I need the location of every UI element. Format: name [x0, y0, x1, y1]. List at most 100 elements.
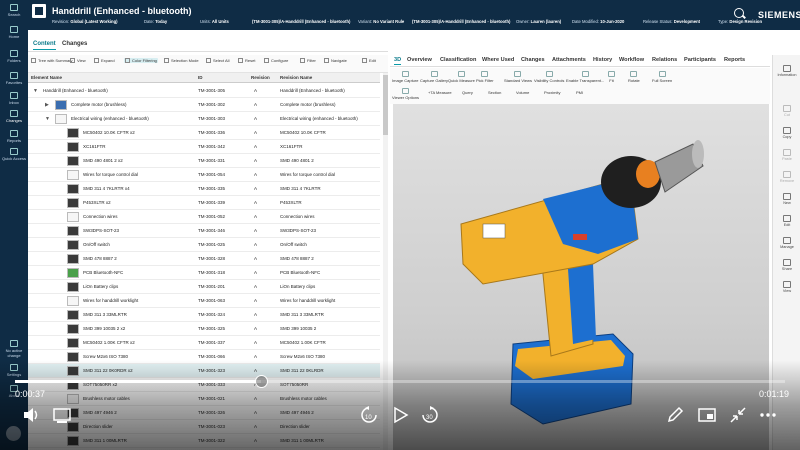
share-command[interactable]: Share: [773, 259, 800, 271]
3d-viewport[interactable]: [393, 104, 769, 450]
query-button[interactable]: Query: [462, 90, 473, 95]
collapse-toggle-icon[interactable]: ▼: [45, 116, 50, 122]
viewer-options-button[interactable]: Viewer Options: [392, 88, 419, 100]
table-row[interactable]: SMD 490 4801 2 x2 TM-3001-331 A SMD 490 480…: [28, 154, 380, 168]
tab-reports[interactable]: Reports: [724, 57, 745, 63]
more-options-icon[interactable]: [758, 405, 778, 425]
pmi-button[interactable]: PMI: [576, 90, 583, 95]
tab-attachments[interactable]: Attachments: [552, 57, 586, 63]
rotate-button[interactable]: Rotate: [628, 71, 640, 83]
table-row[interactable]: MC50402 1.00K CFTR x2 TM-3001-337 A MC50402…: [28, 336, 380, 350]
video-progress-bar[interactable]: [15, 375, 785, 388]
tab-relations[interactable]: Relations: [652, 57, 677, 63]
table-row[interactable]: MC50402 10.0K CFTR x2 TM-3001-336 A MC50402…: [28, 126, 380, 140]
volume-button[interactable]: Volume: [516, 90, 529, 95]
new-command[interactable]: New: [773, 193, 800, 205]
nav-folders[interactable]: Folders: [0, 50, 28, 63]
edit-command[interactable]: Edit: [773, 215, 800, 227]
image-capture-button[interactable]: Image Capture: [392, 71, 418, 83]
view-command[interactable]: View: [773, 281, 800, 293]
units-field[interactable]: Units: All Units: [200, 19, 229, 24]
table-row[interactable]: Direction slider TM-3001-023 A Direction sl…: [28, 420, 380, 434]
selection-mode-button[interactable]: Selection Mode: [164, 58, 199, 64]
visibility-controls-button[interactable]: Visibility Controls: [534, 71, 564, 83]
table-row[interactable]: P453XLTR x2 TM-3001-339 A P453XLTR: [28, 196, 380, 210]
table-row[interactable]: ▼ Handdrill (Enhanced - bluetooth) TM-3001…: [28, 84, 380, 98]
picture-in-picture-icon[interactable]: [697, 405, 717, 425]
col-revision-name[interactable]: Revision Name: [280, 75, 312, 80]
revision-rule[interactable]: Revision: Global (Latest Working): [52, 19, 118, 24]
information-command[interactable]: Information: [773, 65, 800, 77]
manage-command[interactable]: Manage: [773, 237, 800, 249]
configure-button[interactable]: Configure: [264, 58, 288, 64]
table-row[interactable]: Wires for torque control dial TM-3001-054…: [28, 168, 380, 182]
nav-changes[interactable]: Changes: [0, 110, 28, 123]
paste-command[interactable]: Paste: [773, 149, 800, 161]
capture-gallery-button[interactable]: Capture Gallery: [420, 71, 448, 83]
avatar[interactable]: [6, 426, 21, 441]
col-id[interactable]: ID: [198, 75, 203, 80]
variant-field[interactable]: Variant: No Variant Rule: [358, 19, 404, 24]
expand-button[interactable]: Expand: [94, 58, 115, 64]
reset-button[interactable]: Reset: [238, 58, 255, 64]
section-button[interactable]: Section: [488, 90, 501, 95]
tab-classification[interactable]: Classification: [440, 57, 476, 63]
play-icon[interactable]: [390, 405, 410, 425]
col-element-name[interactable]: Element Name: [31, 75, 62, 80]
tab-participants[interactable]: Participants: [684, 57, 716, 63]
table-row[interactable]: SMD 311 22 0K0RDR x2 TM-3001-323 A SMD 311 …: [28, 364, 380, 378]
tab-changes[interactable]: Changes: [62, 41, 87, 47]
table-row[interactable]: XC161FTR TM-3001-342 A XC161FTR: [28, 140, 380, 154]
table-row[interactable]: SMD 497 4946 2 TM-3001-326 A SMD 497 4946 2: [28, 406, 380, 420]
pencil-annotate-icon[interactable]: [665, 405, 685, 425]
forward-30-icon[interactable]: 30: [420, 405, 440, 425]
nav-reports[interactable]: Reports: [0, 130, 28, 143]
cut-command[interactable]: Cut: [773, 105, 800, 117]
tab-history[interactable]: History: [593, 57, 612, 63]
captions-icon[interactable]: [52, 405, 72, 425]
table-row[interactable]: Brushless motor cables TM-3001-021 A Brushl…: [28, 392, 380, 406]
global-search-icon[interactable]: [734, 8, 744, 18]
nav-inbox[interactable]: Inbox: [0, 92, 28, 105]
fit-button[interactable]: Fit: [608, 71, 615, 83]
table-row[interactable]: SMD 311 3 33MLRTR TM-3001-324 A SMD 311 3 3…: [28, 308, 380, 322]
tab-workflow[interactable]: Workflow: [619, 57, 644, 63]
tab-3d[interactable]: 3D: [394, 57, 402, 65]
table-row[interactable]: On/Off switch TM-3001-025 A On/Off switch: [28, 238, 380, 252]
ta-measure-button[interactable]: +TA Measure: [428, 90, 452, 95]
pick-filter-button[interactable]: Pick Filter: [476, 71, 494, 83]
tab-changes-3d[interactable]: Changes: [521, 57, 545, 63]
nav-search[interactable]: Search: [0, 4, 28, 17]
col-revision[interactable]: Revision: [251, 75, 270, 80]
nav-no-active-change[interactable]: No active change: [0, 340, 28, 358]
table-row[interactable]: SMD 478 8887 2 TM-3001-328 A SMD 478 8887 2: [28, 252, 380, 266]
table-row[interactable]: Wires for handdrill worklight TM-3001-063…: [28, 294, 380, 308]
table-row[interactable]: PCB Bluetooth-NFC TM-3001-318 A PCB Bluetoo…: [28, 266, 380, 280]
remove-command[interactable]: Remove: [773, 171, 800, 183]
table-row[interactable]: SMD 311 1 00MLRTR TM-3001-322 A SMD 311 1 0…: [28, 434, 380, 448]
table-row[interactable]: SMD 311 4 7KLRTR x4 TM-3001-335 A SMD 311 4…: [28, 182, 380, 196]
copy-command[interactable]: Copy: [773, 127, 800, 139]
view-button[interactable]: View: [70, 58, 86, 64]
table-row[interactable]: Connection wires TM-3001-052 A Connection w…: [28, 210, 380, 224]
table-row[interactable]: SW3DPS-SOT-23 TM-3001-346 A SW3DPS-SOT-23: [28, 224, 380, 238]
color-filtering-button[interactable]: Color Filtering: [124, 58, 158, 64]
tab-overview[interactable]: Overview: [407, 57, 432, 63]
tree-with-summary-button[interactable]: Tree with Summary: [31, 58, 73, 64]
tab-content[interactable]: Content: [33, 41, 56, 50]
select-all-button[interactable]: Select All: [206, 58, 229, 64]
collapse-toggle-icon[interactable]: ▼: [33, 88, 38, 94]
full-screen-button[interactable]: Full Screen: [652, 71, 672, 83]
date-field[interactable]: Date: Today: [144, 19, 167, 24]
table-row[interactable]: ▶ Complete motor (brushless) TM-3001-302 A C…: [28, 98, 380, 112]
nav-favorites[interactable]: Favorites: [0, 72, 28, 85]
scrollbar-thumb[interactable]: [383, 75, 388, 135]
volume-icon[interactable]: [21, 405, 41, 425]
tab-where-used[interactable]: Where Used: [482, 57, 514, 63]
collapse-icon[interactable]: [728, 405, 748, 425]
table-scrollbar[interactable]: [383, 73, 388, 450]
table-row[interactable]: Screw M2x6 ISO 7380 TM-3001-066 A Screw M2x…: [28, 350, 380, 364]
edit-button[interactable]: Edit: [362, 58, 376, 64]
nav-settings[interactable]: Settings: [0, 364, 28, 377]
proximity-button[interactable]: Proximity: [544, 90, 560, 95]
